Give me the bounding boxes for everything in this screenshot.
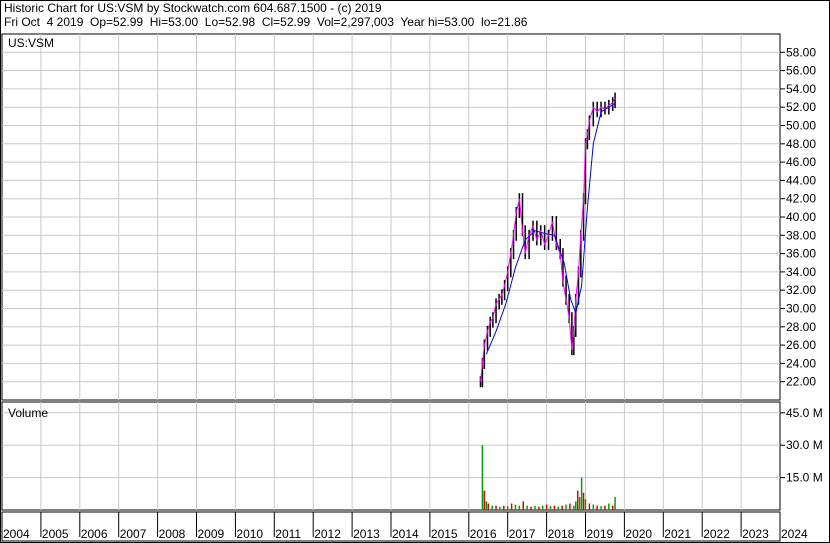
historic-chart: Historic Chart for US:VSM by Stockwatch.… (0, 0, 830, 543)
x-tick-label: 2023 (742, 527, 769, 541)
chart-canvas: 2004 2005 2006 2007 2008 2009 2010 2011 2012 2013… (0, 0, 830, 543)
price-tick-label: 46.00 (786, 155, 816, 169)
x-tick-label: 2007 (120, 527, 147, 541)
price-tick-label: 22.00 (786, 375, 816, 389)
price-tick-label: 40.00 (786, 210, 816, 224)
volume-label: Volume (8, 406, 48, 420)
price-tick-label: 38.00 (786, 228, 816, 242)
price-tick-label: 30.00 (786, 302, 816, 316)
x-tick-label: 2013 (353, 527, 380, 541)
price-tick-label: 26.00 (786, 338, 816, 352)
price-tick-label: 50.00 (786, 119, 816, 133)
x-tick-label: 2016 (470, 527, 497, 541)
price-tick-label: 56.00 (786, 64, 816, 78)
price-tick-label: 54.00 (786, 82, 816, 96)
price-tick-label: 48.00 (786, 137, 816, 151)
x-tick-label: 2011 (275, 527, 301, 541)
x-tick-label: 2024 (781, 527, 808, 541)
x-tick-label: 2019 (587, 527, 614, 541)
price-tick-label: 24.00 (786, 356, 816, 370)
volume-tick-label: 30.0 M (786, 438, 823, 452)
x-tick-label: 2020 (625, 527, 652, 541)
x-tick-label: 2006 (81, 527, 108, 541)
x-tick-label: 2004 (3, 527, 30, 541)
price-tick-label: 52.00 (786, 100, 816, 114)
x-tick-label: 2021 (664, 527, 691, 541)
price-tick-label: 28.00 (786, 320, 816, 334)
price-tick-label: 58.00 (786, 45, 816, 59)
x-tick-label: 2017 (509, 527, 536, 541)
x-tick-label: 2015 (431, 527, 458, 541)
price-tick-label: 34.00 (786, 265, 816, 279)
x-tick-label: 2010 (236, 527, 263, 541)
volume-tick-label: 15.0 M (786, 471, 823, 485)
x-tick-label: 2018 (548, 527, 575, 541)
x-tick-label: 2005 (42, 527, 69, 541)
symbol-label: US:VSM (8, 36, 54, 50)
price-tick-label: 44.00 (786, 173, 816, 187)
x-tick-label: 2012 (314, 527, 341, 541)
x-tick-label: 2009 (198, 527, 225, 541)
price-tick-label: 32.00 (786, 283, 816, 297)
price-tick-label: 36.00 (786, 247, 816, 261)
volume-tick-label: 45.0 M (786, 406, 823, 420)
price-tick-label: 42.00 (786, 192, 816, 206)
x-tick-label: 2022 (703, 527, 730, 541)
x-tick-label: 2008 (159, 527, 186, 541)
x-tick-label: 2014 (392, 527, 419, 541)
